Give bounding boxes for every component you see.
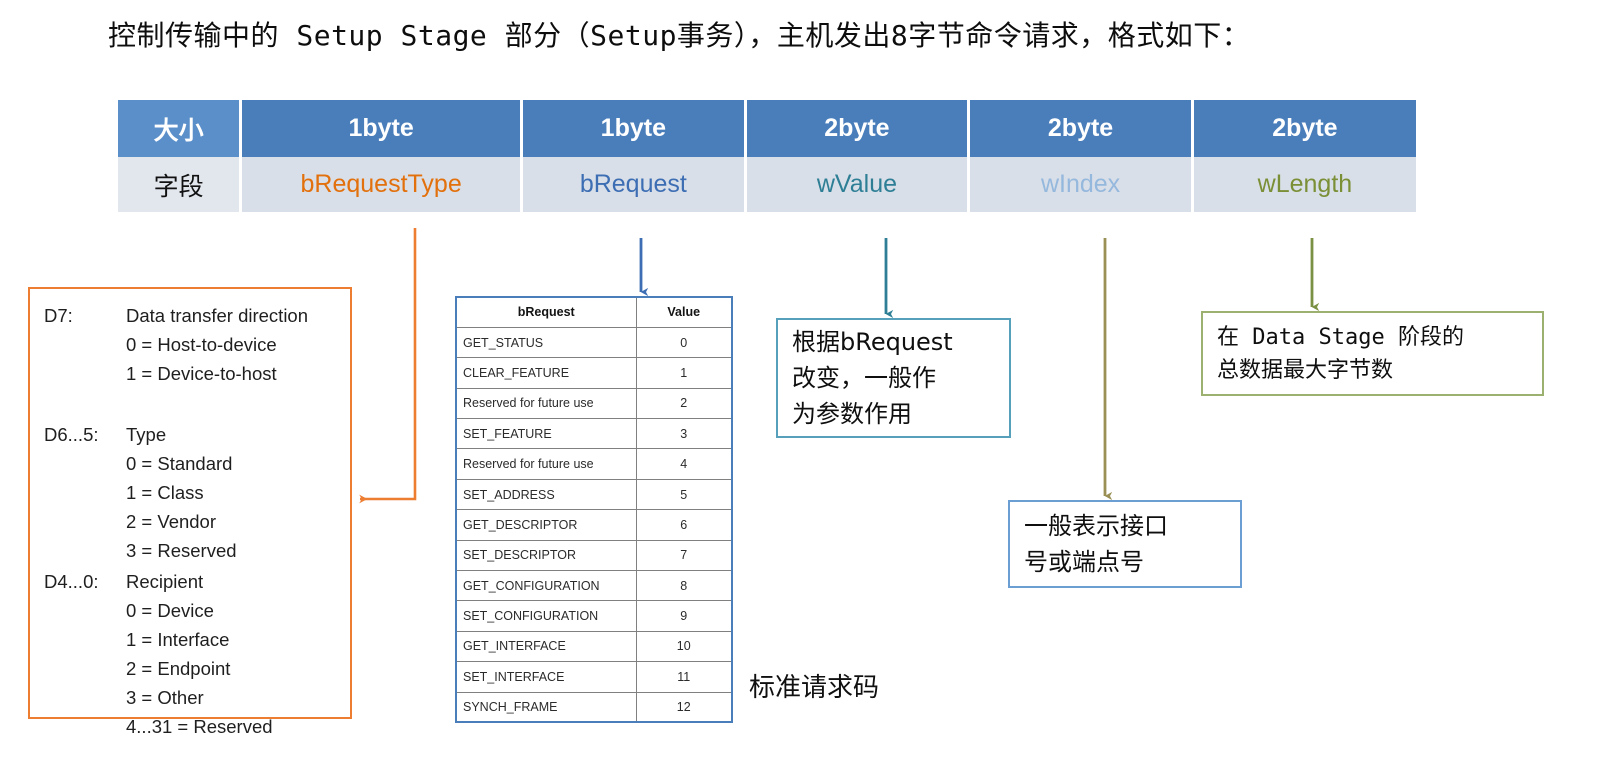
table-row: GET_DESCRIPTOR 6 xyxy=(455,509,733,541)
callout-wlength: 在 Data Stage 阶段的 总数据最大字节数 xyxy=(1201,311,1544,396)
table-row: Reserved for future use 2 xyxy=(455,387,733,420)
cell-brequest-value: 3 xyxy=(635,418,733,450)
cell-brequest-name: SET_CONFIGURATION xyxy=(455,600,637,632)
size-cell-windex: 2byte xyxy=(968,100,1194,157)
table-row: SYNCH_FRAME 12 xyxy=(455,691,733,723)
bit-group-d6-5: D6...5: Type 0 = Standard 1 = Class 2 = … xyxy=(30,420,237,565)
table-row: SET_ADDRESS 5 xyxy=(455,478,733,511)
cell-brequest-name: Reserved for future use xyxy=(455,448,637,480)
cell-brequest-name: SET_ADDRESS xyxy=(455,478,637,511)
cell-brequest-name: SET_DESCRIPTOR xyxy=(455,539,637,572)
cell-brequest-value: 1 xyxy=(635,357,733,389)
bit-group-d7-label: D7: xyxy=(44,305,73,326)
field-cell-wlength: wLength xyxy=(1192,157,1416,212)
cell-brequest-value: 9 xyxy=(635,600,733,632)
size-cell-wvalue: 2byte xyxy=(745,100,971,157)
cell-brequest-value: 6 xyxy=(635,509,733,541)
bit-group-d4-0-values: Recipient 0 = Device 1 = Interface 2 = E… xyxy=(126,571,273,737)
callout-windex-text: 一般表示接口 号或端点号 xyxy=(1024,512,1168,576)
callout-wlength-text: 在 Data Stage 阶段的 总数据最大字节数 xyxy=(1217,324,1464,383)
table-row: GET_INTERFACE 10 xyxy=(455,630,733,663)
bit-group-d4-0: D4...0: Recipient 0 = Device 1 = Interfa… xyxy=(30,567,273,741)
cell-brequest-name: SET_INTERFACE xyxy=(455,661,637,693)
field-cell-brequesttype: bRequestType xyxy=(240,157,524,212)
field-cell-windex: wIndex xyxy=(968,157,1194,212)
cell-brequest-name: GET_STATUS xyxy=(455,326,637,359)
column-header-value: Value xyxy=(635,296,733,328)
size-cell-wlength: 2byte xyxy=(1192,100,1416,157)
callout-wvalue: 根据bRequest 改变，一般作 为参数作用 xyxy=(776,318,1011,438)
cell-brequest-value: 8 xyxy=(635,570,733,602)
column-header-brequest: bRequest xyxy=(455,296,637,328)
field-cell-brequest: bRequest xyxy=(521,157,747,212)
callout-windex: 一般表示接口 号或端点号 xyxy=(1008,500,1242,588)
table-header-row: bRequest Value xyxy=(455,296,733,328)
brequest-table-caption: 标准请求码 xyxy=(749,673,880,703)
table-row: SET_INTERFACE 11 xyxy=(455,661,733,693)
page-title: 控制传输中的 Setup Stage 部分（Setup事务），主机发出8字节命令… xyxy=(108,19,1251,52)
brequest-value-table: bRequest Value GET_STATUS 0 CLEAR_FEATURE 1… xyxy=(455,296,733,724)
bit-group-d4-0-label: D4...0: xyxy=(44,571,99,592)
table-row: SET_DESCRIPTOR 7 xyxy=(455,539,733,572)
row-label-field: 字段 xyxy=(118,157,243,212)
table-row: SET_CONFIGURATION 9 xyxy=(455,600,733,632)
callout-wvalue-text: 根据bRequest 改变，一般作 为参数作用 xyxy=(792,328,953,428)
size-cell-brequest: 1byte xyxy=(521,100,747,157)
cell-brequest-value: 0 xyxy=(635,326,733,359)
table-row: Reserved for future use 4 xyxy=(455,448,733,480)
cell-brequest-name: GET_DESCRIPTOR xyxy=(455,509,637,541)
bit-group-d7-values: Data transfer direction 0 = Host-to-devi… xyxy=(126,305,309,384)
table-row: GET_CONFIGURATION 8 xyxy=(455,570,733,602)
cell-brequest-value: 4 xyxy=(635,448,733,480)
cell-brequest-value: 12 xyxy=(635,691,733,723)
table-row: CLEAR_FEATURE 1 xyxy=(455,357,733,389)
cell-brequest-value: 5 xyxy=(635,478,733,511)
cell-brequest-value: 10 xyxy=(635,630,733,663)
cell-brequest-name: GET_CONFIGURATION xyxy=(455,570,637,602)
field-cell-wvalue: wValue xyxy=(745,157,971,212)
connector-brequesttype xyxy=(359,228,417,504)
cell-brequest-name: SET_FEATURE xyxy=(455,418,637,450)
cell-brequest-name: CLEAR_FEATURE xyxy=(455,357,637,389)
table-row: GET_STATUS 0 xyxy=(455,326,733,359)
bit-group-d7: D7: Data transfer direction 0 = Host-to-… xyxy=(30,301,308,388)
cell-brequest-name: SYNCH_FRAME xyxy=(455,691,637,723)
size-cell-brequesttype: 1byte xyxy=(240,100,524,157)
cell-brequest-name: GET_INTERFACE xyxy=(455,630,637,663)
setup-packet-field-table: 大小 1byte 1byte 2byte 2byte 2byte 字段 bReq… xyxy=(118,100,1416,212)
cell-brequest-value: 7 xyxy=(635,539,733,572)
table-row-size: 大小 1byte 1byte 2byte 2byte 2byte xyxy=(118,100,1416,157)
bmrequesttype-detail-box: D7: Data transfer direction 0 = Host-to-… xyxy=(28,287,352,737)
table-row: SET_FEATURE 3 xyxy=(455,418,733,450)
bit-group-d6-5-label: D6...5: xyxy=(44,424,99,445)
cell-brequest-name: Reserved for future use xyxy=(455,387,637,420)
row-label-size: 大小 xyxy=(118,100,243,157)
cell-brequest-value: 11 xyxy=(635,661,733,693)
cell-brequest-value: 2 xyxy=(635,387,733,420)
bit-group-d6-5-values: Type 0 = Standard 1 = Class 2 = Vendor 3… xyxy=(126,424,237,561)
table-row-field: 字段 bRequestType bRequest wValue wIndex w… xyxy=(118,157,1416,212)
